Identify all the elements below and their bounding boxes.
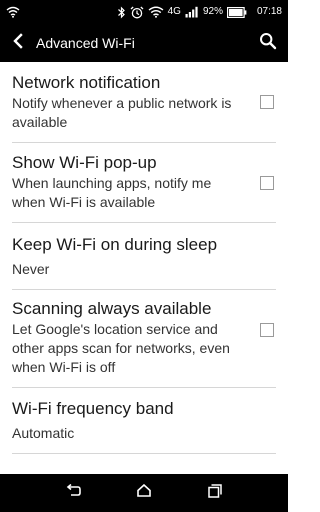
page-title: Advanced Wi-Fi	[36, 35, 135, 51]
alarm-icon	[130, 6, 144, 19]
app-bar: Advanced Wi-Fi	[0, 24, 288, 62]
setting-title: Wi-Fi frequency band	[12, 399, 174, 418]
setting-title: Network notification	[12, 73, 161, 92]
battery-icon	[226, 6, 247, 18]
bluetooth-icon	[117, 6, 126, 19]
setting-title: Show Wi-Fi pop-up	[12, 153, 157, 172]
status-bar: 4G 92% 07:18	[0, 0, 288, 24]
setting-scanning-always-available[interactable]: Scanning always available Let Google's l…	[12, 290, 276, 388]
show-wifi-popup-checkbox[interactable]	[260, 176, 274, 190]
setting-keep-wifi-on-during-sleep[interactable]: Keep Wi-Fi on during sleep Never	[12, 223, 276, 290]
scanning-always-available-checkbox[interactable]	[260, 323, 274, 337]
nav-back-button[interactable]	[55, 475, 91, 511]
back-button[interactable]	[0, 24, 36, 62]
home-icon	[137, 483, 151, 502]
screen: 4G 92% 07:18 Advanced Wi-Fi Network noti…	[0, 0, 288, 512]
navigation-bar	[0, 474, 288, 512]
status-left	[6, 6, 20, 18]
setting-title: Keep Wi-Fi on during sleep	[12, 235, 218, 254]
nav-recents-button[interactable]	[197, 475, 233, 511]
wifi-icon	[6, 6, 20, 18]
setting-value: Never	[12, 261, 50, 277]
setting-network-notification[interactable]: Network notification Notify whenever a p…	[12, 62, 276, 143]
battery-percent: 92%	[202, 6, 223, 17]
search-button[interactable]	[248, 24, 288, 62]
wifi-signal-icon	[148, 6, 164, 18]
setting-summary: Let Google's location service and other …	[12, 321, 230, 375]
recents-icon	[207, 483, 222, 503]
search-icon	[259, 32, 277, 55]
setting-wifi-frequency-band[interactable]: Wi-Fi frequency band Automatic	[12, 388, 276, 454]
setting-title: Scanning always available	[12, 299, 212, 318]
back-icon	[65, 483, 82, 503]
network-type-label: 4G	[167, 6, 181, 17]
setting-summary: When launching apps, notify me when Wi-F…	[12, 175, 212, 210]
nav-home-button[interactable]	[126, 475, 162, 511]
chevron-left-icon	[12, 32, 24, 54]
setting-summary: Notify whenever a public network is avai…	[12, 95, 232, 130]
cell-signal-icon	[185, 6, 199, 18]
setting-show-wifi-popup[interactable]: Show Wi-Fi pop-up When launching apps, n…	[12, 143, 276, 223]
settings-list: Network notification Notify whenever a p…	[0, 62, 288, 454]
status-right: 4G 92% 07:18	[117, 6, 282, 19]
network-notification-checkbox[interactable]	[260, 95, 274, 109]
setting-value: Automatic	[12, 425, 75, 441]
clock: 07:18	[256, 6, 282, 17]
